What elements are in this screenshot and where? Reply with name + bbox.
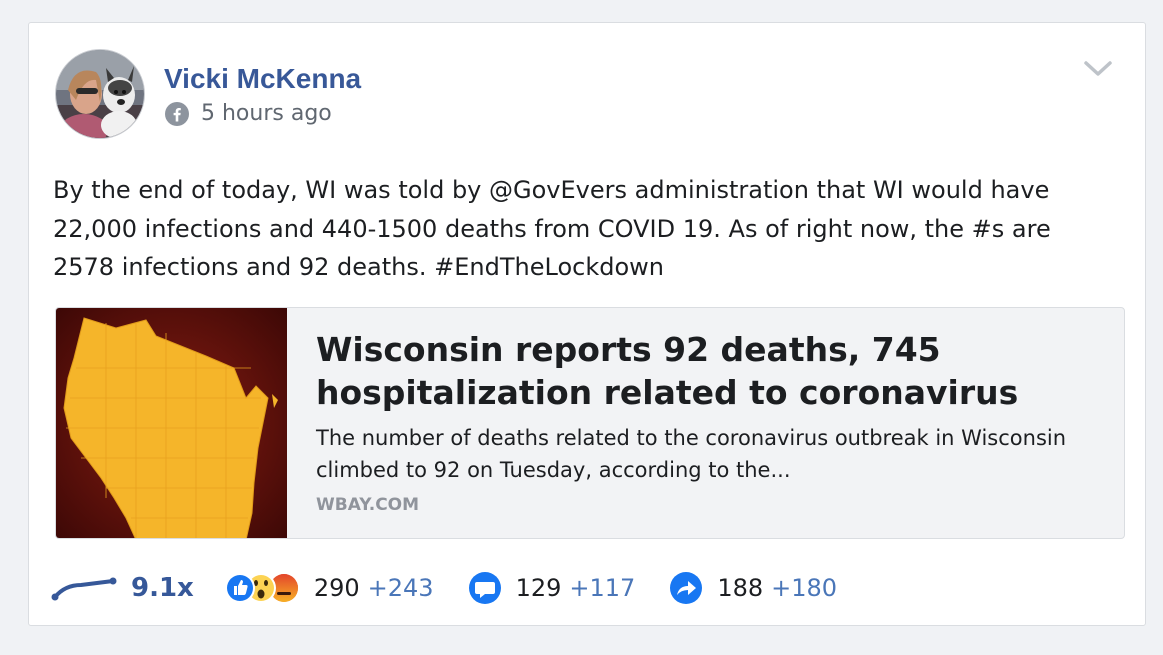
like-icon xyxy=(224,573,255,603)
comments-count[interactable]: 129 xyxy=(516,574,562,602)
post-meta: 5 hours ago xyxy=(165,101,332,126)
post-time[interactable]: 5 hours ago xyxy=(201,101,332,126)
avatar[interactable] xyxy=(55,49,145,139)
comment-icon[interactable] xyxy=(468,571,502,605)
reactions-count[interactable]: 290 xyxy=(314,574,360,602)
chevron-down-icon[interactable] xyxy=(1083,59,1113,79)
link-domain: WBAY.COM xyxy=(316,495,420,515)
trend-line-icon xyxy=(51,577,117,601)
reaction-icons[interactable] xyxy=(224,570,304,606)
share-icon[interactable] xyxy=(669,571,703,605)
shares-delta: +180 xyxy=(771,574,838,602)
post-body: By the end of today, WI was told by @Gov… xyxy=(53,176,1051,281)
avatar-image xyxy=(56,50,144,138)
reactions-cluster xyxy=(224,573,298,603)
reactions-delta: +243 xyxy=(367,574,434,602)
comments-delta: +117 xyxy=(569,574,636,602)
post-footer: 9.1x 290 +243 129 +117 188 +180 xyxy=(51,568,1131,608)
facebook-icon xyxy=(165,101,189,126)
author-name[interactable]: Vicki McKenna xyxy=(164,63,361,95)
link-description: The number of deaths related to the coro… xyxy=(316,426,1067,482)
overperforming-multiplier: 9.1x xyxy=(131,573,194,603)
link-preview[interactable]: Wisconsin reports 92 deaths, 745 hospita… xyxy=(55,307,1125,539)
post-card: Vicki McKenna 5 hours ago By the end of … xyxy=(28,22,1146,626)
link-thumbnail xyxy=(56,308,287,538)
shares-count[interactable]: 188 xyxy=(717,574,763,602)
link-title[interactable]: Wisconsin reports 92 deaths, 745 hospita… xyxy=(316,328,1096,414)
